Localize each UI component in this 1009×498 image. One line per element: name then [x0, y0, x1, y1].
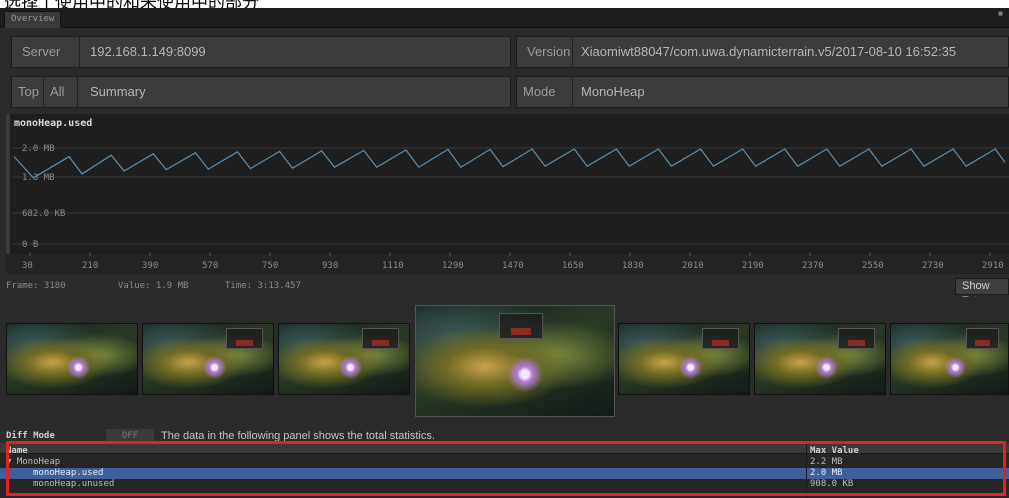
- x-tick-label: 2370: [802, 261, 824, 271]
- x-tick-label: 2910: [982, 261, 1004, 271]
- show-total-button[interactable]: Show Tota: [955, 278, 1009, 307]
- server-field: Server 192.168.1.149:8099: [11, 36, 511, 68]
- y-tick-label: 2.0 MB: [22, 144, 55, 154]
- stats-table: Name Max Value ▼ MonoHeap 2.2 MB monoHea…: [0, 443, 1009, 498]
- row-name: monoHeap.unused: [33, 479, 115, 489]
- monoheap-chart[interactable]: 2.0 MB1.3 MB682.0 KB0 B30 210 390 570 750 930…: [6, 114, 1009, 274]
- screenshot-thumbnail[interactable]: [754, 323, 886, 395]
- row-name: monoHeap.used: [33, 468, 104, 478]
- x-tick-label: 1650: [562, 261, 584, 271]
- server-label: Server: [12, 37, 80, 67]
- screenshot-strip: [0, 297, 1009, 427]
- row-value: 908.0 KB: [810, 479, 854, 489]
- row-name: ▼ MonoHeap: [6, 457, 61, 467]
- value-readout: Value: 1.9 MB: [118, 281, 189, 291]
- mode-label: Mode: [517, 77, 573, 107]
- profiler-window: Overview ■ Server 192.168.1.149:8099 Ver…: [0, 8, 1009, 498]
- x-tick-label: 570: [202, 261, 218, 271]
- y-tick-label: 682.0 KB: [22, 209, 65, 219]
- chart-panel[interactable]: 2.0 MB 1.3 MB 682.0 KB 0 B 30 210 390 570 750 930…: [6, 114, 1009, 274]
- summary-value[interactable]: Summary: [90, 77, 146, 107]
- all-button[interactable]: All: [44, 77, 78, 107]
- filter-field: Top All Summary: [11, 76, 511, 108]
- filter-row: Top All Summary Mode MonoHeap: [11, 76, 1009, 108]
- column-header-max-value[interactable]: Max Value: [810, 446, 859, 453]
- x-tick-label: 1830: [622, 261, 644, 271]
- screenshot-thumbnail[interactable]: [618, 323, 750, 395]
- top-button[interactable]: Top: [12, 77, 44, 107]
- mode-field: Mode MonoHeap: [516, 76, 1009, 108]
- row-value: 2.2 MB: [810, 457, 843, 467]
- column-divider: [806, 443, 807, 498]
- diff-mode-description: The data in the following panel shows th…: [161, 430, 435, 442]
- mode-value[interactable]: MonoHeap: [581, 77, 645, 107]
- screenshot-thumbnail[interactable]: [278, 323, 410, 395]
- x-tick-label: 390: [142, 261, 158, 271]
- x-tick-label: 30: [22, 261, 33, 271]
- x-tick-label: 1470: [502, 261, 524, 271]
- menu-icon[interactable]: ■: [998, 9, 1003, 18]
- screenshot-thumbnail[interactable]: [890, 323, 1009, 395]
- tab-bar: Overview ■: [0, 8, 1009, 28]
- frame-info-row: Frame: 3180 Value: 1.9 MB Time: 3:13.457…: [0, 277, 1009, 307]
- table-row-selected[interactable]: monoHeap.used 2.0 MB: [0, 468, 1009, 479]
- time-readout: Time: 3:13.457: [225, 281, 301, 291]
- screenshot-thumbnail[interactable]: [6, 323, 138, 395]
- server-value[interactable]: 192.168.1.149:8099: [90, 37, 206, 67]
- diff-mode-label: Diff Mode: [6, 431, 55, 441]
- version-value[interactable]: Xiaomiwt88047/com.uwa.dynamicterrain.v5/…: [581, 37, 956, 67]
- x-tick-label: 2730: [922, 261, 944, 271]
- x-tick-label: 2010: [682, 261, 704, 271]
- tab-overview[interactable]: Overview: [4, 11, 62, 28]
- frame-readout: Frame: 3180: [6, 281, 66, 291]
- diff-mode-row: Diff Mode OFF The data in the following …: [6, 429, 1009, 443]
- x-tick-label: 750: [262, 261, 278, 271]
- screenshot-thumbnail[interactable]: [142, 323, 274, 395]
- caption-strip: 选择了使用中的和未使用中的部分: [0, 0, 1009, 8]
- x-tick-label: 2190: [742, 261, 764, 271]
- table-row[interactable]: ▼ MonoHeap 2.2 MB: [0, 457, 1009, 468]
- table-row[interactable]: monoHeap.unused 908.0 KB: [0, 479, 1009, 490]
- x-tick-label: 210: [82, 261, 98, 271]
- column-header-name[interactable]: Name: [6, 446, 28, 453]
- caption-text: 选择了使用中的和未使用中的部分: [4, 0, 259, 8]
- x-tick-label: 930: [322, 261, 338, 271]
- version-field: Version Xiaomiwt88047/com.uwa.dynamicter…: [516, 36, 1009, 68]
- series-line-monoheap-used: [13, 148, 1006, 179]
- chart-left-handle: [6, 114, 10, 254]
- diff-mode-toggle[interactable]: OFF: [106, 429, 154, 443]
- screenshot-thumbnail-selected[interactable]: [415, 305, 615, 417]
- chart-title: monoHeap.used: [14, 118, 93, 129]
- row-value: 2.0 MB: [810, 468, 843, 478]
- x-tick-label: 1290: [442, 261, 464, 271]
- x-tick-label: 1110: [382, 261, 404, 271]
- y-tick-label: 0 B: [22, 240, 38, 250]
- version-label: Version: [517, 37, 573, 67]
- x-tick-label: 2550: [862, 261, 884, 271]
- table-header: Name Max Value: [0, 443, 1009, 454]
- connection-row: Server 192.168.1.149:8099 Version Xiaomi…: [11, 36, 1009, 68]
